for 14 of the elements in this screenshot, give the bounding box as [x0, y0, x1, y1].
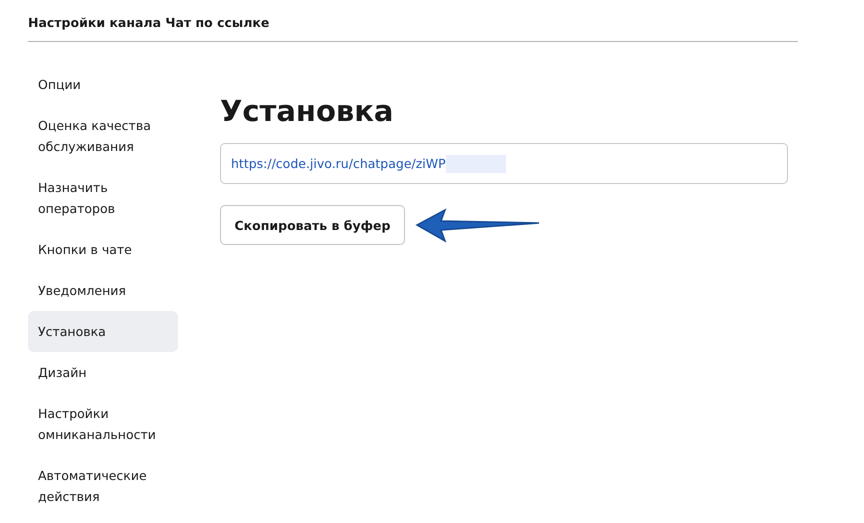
- sidebar-item[interactable]: Оценка качества обслуживания: [28, 105, 178, 167]
- link-field[interactable]: https://code.jivo.ru/chatpage/ziWP: [220, 143, 788, 184]
- sidebar-item[interactable]: Установка: [28, 311, 178, 352]
- settings-title: Настройки канала Чат по ссылке: [28, 15, 270, 30]
- sidebar-item[interactable]: Настройки омниканальности: [28, 393, 178, 455]
- sidebar-item[interactable]: Дизайн: [28, 352, 178, 393]
- sidebar-item[interactable]: Кнопки в чате: [28, 229, 178, 270]
- section-heading: Установка: [220, 93, 394, 130]
- sidebar-item[interactable]: Назначить операторов: [28, 167, 178, 229]
- pointing-arrow-icon: [415, 207, 541, 243]
- copy-button[interactable]: Скопировать в буфер: [220, 205, 405, 245]
- sidebar-item[interactable]: Автоматические действия: [28, 455, 178, 517]
- sidebar-item[interactable]: Уведомления: [28, 270, 178, 311]
- sidebar-item[interactable]: Опции: [28, 64, 178, 105]
